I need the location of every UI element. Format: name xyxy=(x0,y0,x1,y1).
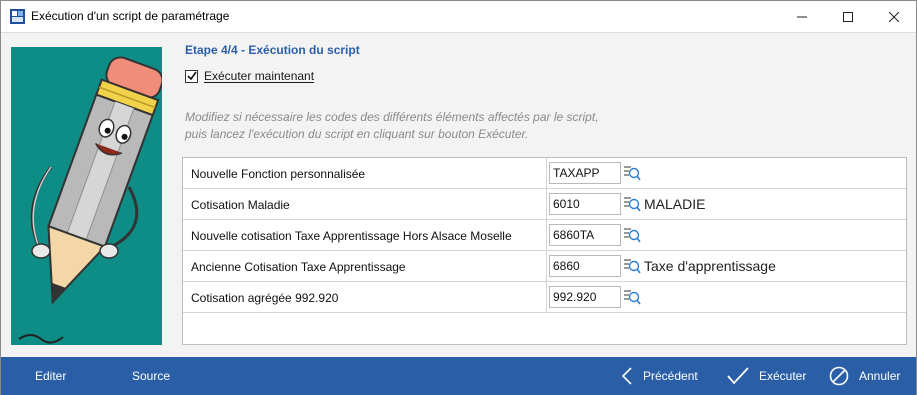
instructions-hint: Modifiez si nécessaire les codes des dif… xyxy=(185,109,599,143)
execute-now-label: Exécuter maintenant xyxy=(204,69,315,83)
execute-now-option[interactable]: Exécuter maintenant xyxy=(185,69,314,83)
row-divider xyxy=(546,282,547,312)
step-title: Etape 4/4 - Exécution du script xyxy=(185,43,360,57)
dialog-window: Exécution d'un script de paramétrage Eta… xyxy=(0,0,917,395)
code-input[interactable] xyxy=(549,255,621,277)
window-title: Exécution d'un script de paramétrage xyxy=(31,9,230,23)
row-label: Cotisation Maladie xyxy=(191,198,290,212)
source-button[interactable]: Source xyxy=(132,357,170,395)
hint-line-2: puis lancez l'exécution du script en cli… xyxy=(185,127,529,141)
row-label: Nouvelle cotisation Taxe Apprentissage H… xyxy=(191,229,512,243)
edit-button[interactable]: Editer xyxy=(35,357,66,395)
execute-button[interactable]: Exécuter xyxy=(727,357,806,395)
edit-label: Editer xyxy=(35,369,67,383)
app-icon xyxy=(10,9,25,24)
maximize-button[interactable] xyxy=(825,1,871,32)
grid-row: Cotisation agrégée 992.920 xyxy=(183,282,906,313)
search-list-icon[interactable] xyxy=(623,194,641,214)
grid-row: Nouvelle Fonction personnalisée xyxy=(183,158,906,189)
row-divider xyxy=(546,158,547,188)
checkmark-icon xyxy=(186,71,197,81)
minimize-button[interactable] xyxy=(779,1,825,32)
maximize-icon xyxy=(843,11,853,22)
hint-line-1: Modifiez si nécessaire les codes des dif… xyxy=(185,110,599,124)
code-input[interactable] xyxy=(549,286,621,308)
chevron-left-icon xyxy=(621,367,633,385)
row-description: MALADIE xyxy=(644,196,706,212)
source-label: Source xyxy=(132,369,171,383)
search-list-icon[interactable] xyxy=(623,256,641,276)
checkmark-icon xyxy=(727,367,749,385)
grid-row: Cotisation Maladie MALADIE xyxy=(183,189,906,220)
grid-row: Nouvelle cotisation Taxe Apprentissage H… xyxy=(183,220,906,251)
execute-label: Exécuter xyxy=(759,369,807,383)
code-input[interactable] xyxy=(549,162,621,184)
close-icon xyxy=(889,11,899,22)
pencil-mascot-icon xyxy=(18,56,162,344)
row-divider xyxy=(546,220,547,250)
row-description: Taxe d'apprentissage xyxy=(644,258,776,274)
row-label: Ancienne Cotisation Taxe Apprentissage xyxy=(191,260,406,274)
execute-now-checkbox[interactable] xyxy=(185,69,198,83)
row-label: Nouvelle Fonction personnalisée xyxy=(191,167,366,181)
minimize-icon xyxy=(797,16,807,17)
previous-button[interactable]: Précédent xyxy=(621,357,698,395)
dialog-content: Etape 4/4 - Exécution du script Exécuter… xyxy=(1,32,916,356)
code-input[interactable] xyxy=(549,224,621,246)
element-codes-grid: Nouvelle Fonction personnalisée Cotisati… xyxy=(182,157,907,345)
cancel-label: Annuler xyxy=(859,369,901,383)
search-list-icon[interactable] xyxy=(623,287,641,307)
pencil-mascot-illustration xyxy=(11,47,162,345)
row-divider xyxy=(546,189,547,219)
grid-row: Ancienne Cotisation Taxe Apprentissage T… xyxy=(183,251,906,282)
close-button[interactable] xyxy=(871,1,917,32)
cancel-button[interactable]: Annuler xyxy=(829,357,900,395)
footer-toolbar: Editer Source Précédent Exécuter Annuler xyxy=(1,357,916,395)
previous-label: Précédent xyxy=(643,369,698,383)
row-label: Cotisation agrégée 992.920 xyxy=(191,291,339,305)
title-bar: Exécution d'un script de paramétrage xyxy=(1,1,916,32)
search-list-icon[interactable] xyxy=(623,225,641,245)
search-list-icon[interactable] xyxy=(623,163,641,183)
cancel-circle-icon xyxy=(829,366,849,386)
code-input[interactable] xyxy=(549,193,621,215)
row-divider xyxy=(546,251,547,281)
